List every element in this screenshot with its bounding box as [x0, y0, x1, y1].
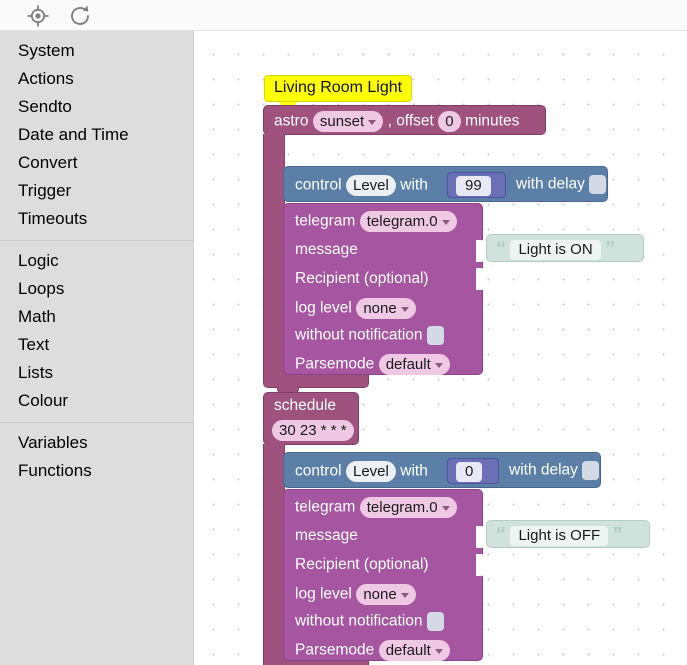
chevron-down-icon	[400, 306, 409, 312]
workspace-comment[interactable]: Living Room Light	[264, 75, 413, 102]
telegram-silent-label: without notification	[295, 326, 423, 344]
telegram-label: telegram	[295, 498, 356, 516]
telegram-silent-socket[interactable]	[426, 326, 444, 345]
telegram-label: telegram	[295, 212, 356, 230]
telegram-block-off[interactable]: telegram telegram.0 message Recipient (o…	[283, 489, 485, 661]
telegram-loglevel-dropdown[interactable]: none	[356, 584, 416, 605]
toolbox-item-sendto[interactable]: Sendto	[0, 93, 193, 121]
telegram-recipient-label: Recipient (optional)	[295, 270, 429, 287]
control-value-number-block-off[interactable]: 0	[447, 458, 499, 484]
toolbox-item-variables[interactable]: Variables	[0, 429, 193, 457]
toolbox-item-functions[interactable]: Functions	[0, 457, 193, 485]
telegram-silent-label: without notification	[295, 612, 423, 630]
control-attribute-field[interactable]: Level	[345, 461, 396, 482]
control-label: control	[295, 176, 342, 194]
astro-trigger-block[interactable]: astro sunset , offset 0 minutes	[263, 105, 546, 135]
chevron-down-icon	[368, 119, 377, 125]
toolbox-item-date-and-time[interactable]: Date and Time	[0, 121, 193, 149]
schedule-cron-field[interactable]: 30 23 * * *	[272, 420, 354, 441]
telegram-parsemode-dropdown[interactable]: default	[378, 354, 450, 375]
chevron-down-icon	[441, 505, 450, 511]
telegram-loglevel-label: log level	[295, 585, 352, 603]
telegram-loglevel-dropdown[interactable]: none	[356, 298, 416, 319]
blockly-editor: System Actions Sendto Date and Time Conv…	[0, 0, 687, 665]
toolbox-item-math[interactable]: Math	[0, 303, 193, 331]
telegram-recipient-label: Recipient (optional)	[295, 556, 429, 573]
toolbox-item-logic[interactable]: Logic	[0, 247, 193, 275]
telegram-message-label: message	[295, 527, 358, 544]
telegram-loglevel-label: log level	[295, 299, 352, 317]
telegram-recipient-socket[interactable]	[476, 554, 485, 576]
control-block-on[interactable]: control Level with 99 with delay	[283, 166, 608, 202]
control-delay-label: with delay	[509, 461, 578, 479]
chevron-down-icon	[400, 592, 409, 598]
telegram-message-label: message	[295, 241, 358, 258]
toolbox-item-convert[interactable]: Convert	[0, 149, 193, 177]
toolbox-item-system[interactable]: System	[0, 37, 193, 65]
telegram-block-on[interactable]: telegram telegram.0 message Recipient (o…	[283, 203, 485, 375]
telegram-message-socket[interactable]	[476, 240, 485, 262]
telegram-silent-socket[interactable]	[426, 612, 444, 631]
chevron-down-icon	[434, 362, 443, 368]
astro-unit-label: minutes	[465, 112, 520, 130]
top-toolbar	[0, 0, 687, 31]
astro-offset-label: , offset	[387, 112, 434, 130]
close-quote-icon: ”	[612, 524, 623, 546]
astro-block-spine	[263, 134, 285, 374]
blockly-workspace[interactable]: Living Room Light astro sunset , offset …	[195, 31, 687, 665]
control-value-field[interactable]: 99	[456, 176, 491, 196]
telegram-parsemode-label: Parsemode	[295, 355, 375, 373]
reload-icon[interactable]	[68, 4, 92, 28]
telegram-parsemode-label: Parsemode	[295, 641, 375, 659]
open-quote-icon: “	[496, 238, 506, 260]
toolbox-separator-2	[0, 422, 193, 423]
control-delay-label: with delay	[516, 175, 585, 193]
chevron-down-icon	[441, 219, 450, 225]
close-quote-icon: ”	[605, 238, 616, 260]
toolbox-item-loops[interactable]: Loops	[0, 275, 193, 303]
toolbox-item-text[interactable]: Text	[0, 331, 193, 359]
control-attribute-field[interactable]: Level	[345, 175, 396, 196]
control-label: control	[295, 462, 342, 480]
telegram-parsemode-dropdown[interactable]: default	[378, 640, 450, 661]
schedule-trigger-block[interactable]: schedule 30 23 * * *	[263, 392, 359, 445]
toolbox-group-standard: Logic Loops Math Text Lists Colour	[0, 247, 193, 415]
control-value-field[interactable]: 0	[456, 462, 483, 482]
schedule-block-spine	[263, 444, 285, 656]
toolbox-item-lists[interactable]: Lists	[0, 359, 193, 387]
control-with-label: with	[400, 462, 428, 480]
schedule-label: schedule	[274, 397, 337, 414]
astro-event-dropdown[interactable]: sunset	[312, 111, 384, 132]
toolbox-item-actions[interactable]: Actions	[0, 65, 193, 93]
control-delay-socket[interactable]	[589, 175, 607, 194]
open-quote-icon: “	[496, 524, 506, 546]
toolbox-item-trigger[interactable]: Trigger	[0, 177, 193, 205]
telegram-recipient-socket[interactable]	[476, 268, 485, 290]
chevron-down-icon	[434, 648, 443, 654]
center-blocks-icon[interactable]	[26, 4, 50, 28]
astro-label: astro	[274, 112, 309, 130]
control-delay-socket[interactable]	[582, 461, 600, 480]
text-value-off[interactable]: Light is OFF	[510, 525, 609, 546]
toolbox-group-core: System Actions Sendto Date and Time Conv…	[0, 37, 193, 233]
toolbox-group-user: Variables Functions	[0, 429, 193, 485]
toolbox-separator-1	[0, 240, 193, 241]
toolbox-item-timeouts[interactable]: Timeouts	[0, 205, 193, 233]
text-block-light-off[interactable]: “ Light is OFF ”	[486, 520, 650, 548]
control-block-off[interactable]: control Level with 0 with delay	[283, 452, 601, 488]
control-with-label: with	[400, 176, 428, 194]
control-value-number-block-on[interactable]: 99	[447, 172, 506, 198]
text-block-light-on[interactable]: “ Light is ON ”	[486, 234, 644, 262]
toolbox-item-colour[interactable]: Colour	[0, 387, 193, 415]
telegram-instance-dropdown[interactable]: telegram.0	[359, 211, 457, 232]
telegram-message-socket[interactable]	[476, 526, 485, 548]
text-value-on[interactable]: Light is ON	[510, 239, 601, 260]
astro-offset-field[interactable]: 0	[438, 111, 461, 132]
toolbox-sidebar: System Actions Sendto Date and Time Conv…	[0, 31, 194, 665]
telegram-instance-dropdown[interactable]: telegram.0	[359, 497, 457, 518]
